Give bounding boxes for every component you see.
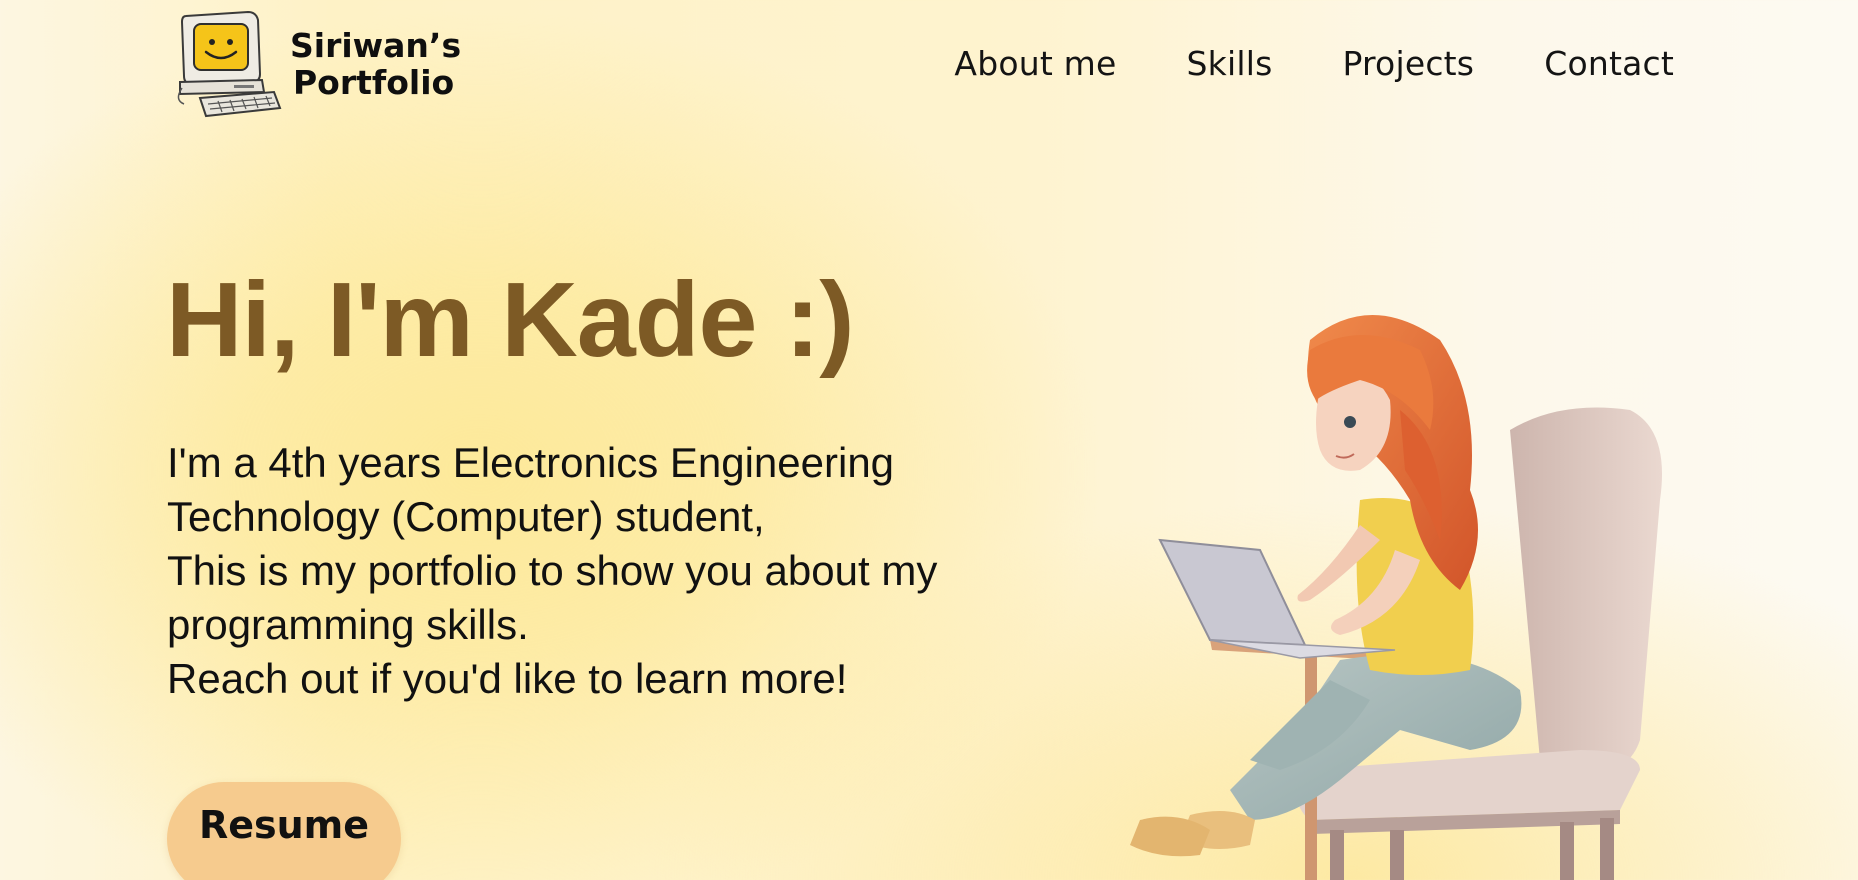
resume-button[interactable]: Resume	[167, 782, 401, 880]
logo-line-1: Siriwan’s	[290, 26, 462, 65]
intro-line: I'm a 4th years Electronics Engineering	[167, 439, 895, 486]
main-nav: About me Skills Projects Contact	[954, 44, 1674, 83]
hero-intro: I'm a 4th years Electronics Engineering …	[167, 436, 1047, 706]
nav-contact[interactable]: Contact	[1544, 44, 1674, 83]
logo-line-2: Portfolio	[293, 63, 455, 102]
site-logo[interactable]: Siriwan’s Portfolio	[174, 8, 461, 122]
nav-about-me[interactable]: About me	[954, 44, 1116, 83]
nav-projects[interactable]: Projects	[1343, 44, 1475, 83]
girl-with-laptop-illustration	[1130, 315, 1662, 880]
intro-line: This is my portfolio to show you about m…	[167, 547, 938, 594]
retro-computer-icon	[177, 10, 282, 118]
nav-skills[interactable]: Skills	[1187, 44, 1273, 83]
logo-title: Siriwan’s Portfolio	[290, 27, 461, 101]
intro-line: Technology (Computer) student,	[167, 493, 765, 540]
intro-line: programming skills.	[167, 601, 529, 648]
intro-line: Reach out if you'd like to learn more!	[167, 655, 848, 702]
hero-title: Hi, I'm Kade :)	[166, 261, 855, 379]
